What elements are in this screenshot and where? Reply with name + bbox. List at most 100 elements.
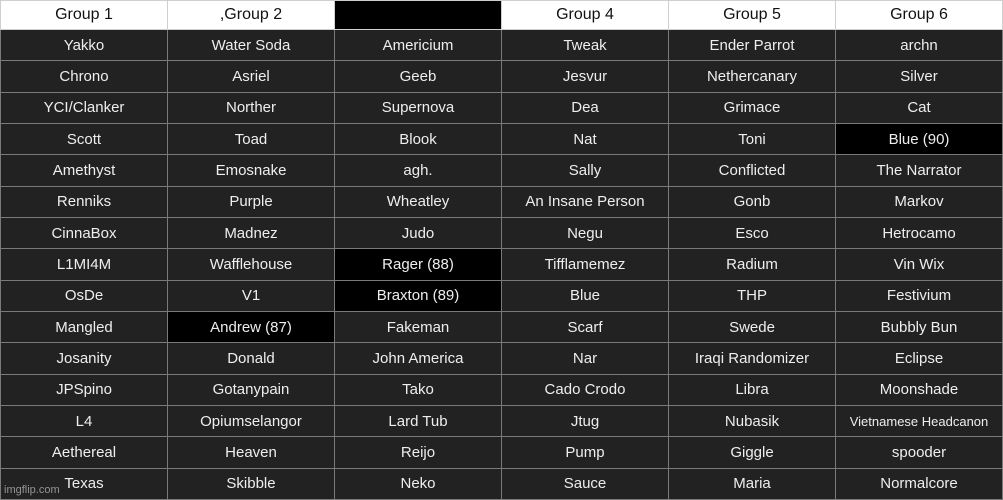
name-cell: Purple — [167, 185, 335, 218]
table-body: Yakko Water Soda Americium Tweak Ender Parro… — [0, 28, 1003, 500]
name-cell: Nubasik — [668, 404, 836, 438]
table-row: Josanity Donald John America Nar Iraqi Rando… — [0, 342, 1003, 375]
name-cell: Normalcore — [835, 467, 1003, 500]
name-cell: Geeb — [334, 60, 502, 93]
name-cell: Eclipse — [835, 342, 1003, 375]
name-cell: Blook — [334, 122, 502, 156]
table-row: Chrono Asriel Geeb Jesvur Nethercanary Silver — [0, 60, 1003, 93]
name-cell: Pump — [501, 436, 669, 469]
name-cell: Scott — [0, 122, 168, 156]
name-cell: Heaven — [167, 436, 335, 469]
table-row: YCI/Clanker Norther Supernova Dea Grimace Cat — [0, 91, 1003, 124]
name-cell: Donald — [167, 342, 335, 375]
name-cell: Festivium — [835, 279, 1003, 312]
name-cell: Radium — [668, 248, 836, 281]
name-cell: Toad — [167, 122, 335, 156]
name-cell: Jtug — [501, 404, 669, 438]
name-cell: Nethercanary — [668, 60, 836, 93]
name-cell: spooder — [835, 436, 1003, 469]
name-cell: L4 — [0, 404, 168, 438]
name-cell: Sally — [501, 154, 669, 187]
column-header-2: ,Group 2 — [167, 0, 335, 30]
name-cell: L1MI4M — [0, 248, 168, 281]
name-cell: Wafflehouse — [167, 248, 335, 281]
watermark: imgflip.com — [4, 484, 60, 496]
name-cell: Asriel — [167, 60, 335, 93]
name-cell: Esco — [668, 216, 836, 250]
name-cell: Vin Wix — [835, 248, 1003, 281]
highlighted-name-cell: Braxton (89) — [334, 279, 502, 312]
name-cell: Gotanypain — [167, 373, 335, 406]
table-row: Aethereal Heaven Reijo Pump Giggle spooder — [0, 436, 1003, 469]
name-cell: Neko — [334, 467, 502, 500]
column-header-4: Group 4 — [501, 0, 669, 30]
table-row: Amethyst Emosnake agh. Sally Conflicted The N… — [0, 154, 1003, 187]
name-cell: Tifflamemez — [501, 248, 669, 281]
table-row: Renniks Purple Wheatley An Insane Person Gon… — [0, 185, 1003, 218]
name-cell: Tweak — [501, 28, 669, 62]
name-cell: Swede — [668, 310, 836, 344]
name-cell: Aethereal — [0, 436, 168, 469]
name-cell: Sauce — [501, 467, 669, 500]
table-row: JPSpino Gotanypain Tako Cado Crodo Libra Moon… — [0, 373, 1003, 406]
name-cell: Cado Crodo — [501, 373, 669, 406]
name-cell: Moonshade — [835, 373, 1003, 406]
name-cell: Silver — [835, 60, 1003, 93]
name-cell: Cat — [835, 91, 1003, 124]
name-cell: Gonb — [668, 185, 836, 218]
name-cell: Judo — [334, 216, 502, 250]
name-cell: Mangled — [0, 310, 168, 344]
name-cell: agh. — [334, 154, 502, 187]
column-header-3 — [334, 0, 502, 30]
table-row: Texas Skibble Neko Sauce Maria Normalcore — [0, 467, 1003, 500]
name-cell: THP — [668, 279, 836, 312]
highlighted-name-cell: Andrew (87) — [167, 310, 335, 344]
name-cell: Reijo — [334, 436, 502, 469]
table-row: L1MI4M Wafflehouse Rager (88) Tifflamemez Ra… — [0, 248, 1003, 281]
column-header-1: Group 1 — [0, 0, 168, 30]
column-header-5: Group 5 — [668, 0, 836, 30]
table-row: Yakko Water Soda Americium Tweak Ender Parro… — [0, 28, 1003, 62]
name-cell: Nar — [501, 342, 669, 375]
name-cell: John America — [334, 342, 502, 375]
name-cell: Jesvur — [501, 60, 669, 93]
table-row: CinnaBox Madnez Judo Negu Esco Hetrocamo — [0, 216, 1003, 250]
name-cell: Lard Tub — [334, 404, 502, 438]
name-cell: Vietnamese Headcanon — [835, 404, 1003, 438]
name-cell: Blue — [501, 279, 669, 312]
name-cell: An Insane Person — [501, 185, 669, 218]
table-row: L4 Opiumselangor Lard Tub Jtug Nubasik Vietna… — [0, 404, 1003, 438]
highlighted-name-cell: Rager (88) — [334, 248, 502, 281]
name-cell: JPSpino — [0, 373, 168, 406]
header-row: Group 1 ,Group 2 Group 4 Group 5 Group 6 — [0, 0, 1003, 30]
name-cell: Maria — [668, 467, 836, 500]
name-cell: Americium — [334, 28, 502, 62]
name-cell: Norther — [167, 91, 335, 124]
name-cell: The Narrator — [835, 154, 1003, 187]
name-cell: Yakko — [0, 28, 168, 62]
name-cell: Conflicted — [668, 154, 836, 187]
name-cell: Nat — [501, 122, 669, 156]
name-cell: Fakeman — [334, 310, 502, 344]
name-cell: Libra — [668, 373, 836, 406]
name-cell: archn — [835, 28, 1003, 62]
name-cell: Markov — [835, 185, 1003, 218]
column-header-6: Group 6 — [835, 0, 1003, 30]
name-cell: Emosnake — [167, 154, 335, 187]
groups-table: Group 1 ,Group 2 Group 4 Group 5 Group 6 Yak… — [0, 0, 1003, 500]
name-cell: YCI/Clanker — [0, 91, 168, 124]
name-cell: Wheatley — [334, 185, 502, 218]
name-cell: Renniks — [0, 185, 168, 218]
table-row: Scott Toad Blook Nat Toni Blue (90) — [0, 122, 1003, 156]
name-cell: Negu — [501, 216, 669, 250]
name-cell: OsDe — [0, 279, 168, 312]
name-cell: Ender Parrot — [668, 28, 836, 62]
name-cell: Josanity — [0, 342, 168, 375]
table-row: OsDe V1 Braxton (89) Blue THP Festivium — [0, 279, 1003, 312]
name-cell: Grimace — [668, 91, 836, 124]
name-cell: Bubbly Bun — [835, 310, 1003, 344]
name-cell: Toni — [668, 122, 836, 156]
name-cell: Water Soda — [167, 28, 335, 62]
name-cell: Giggle — [668, 436, 836, 469]
name-cell: Iraqi Randomizer — [668, 342, 836, 375]
